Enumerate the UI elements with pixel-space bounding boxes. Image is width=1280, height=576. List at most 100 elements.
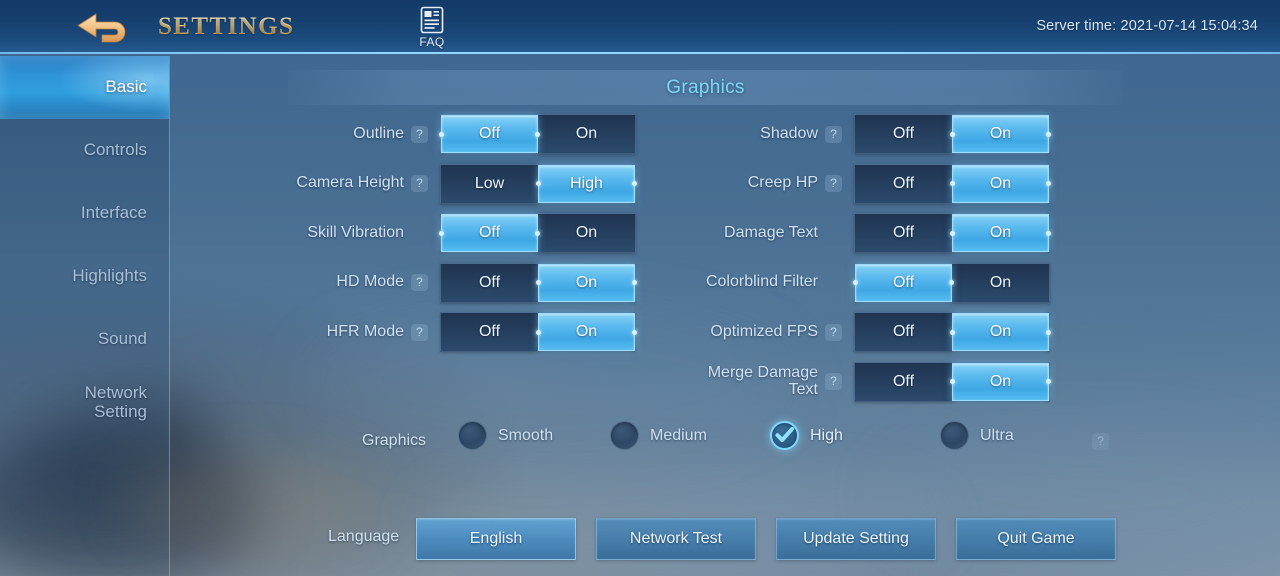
help-icon-outline[interactable]: ? <box>411 125 428 143</box>
option-row-camera-height: Camera Height? Low High <box>276 163 637 204</box>
toggle-option-on[interactable]: On <box>952 165 1049 203</box>
help-icon-hfr-mode[interactable]: ? <box>411 323 428 341</box>
radio-checked-icon[interactable] <box>770 421 799 450</box>
toggle-hd-mode[interactable]: Off On <box>440 262 637 303</box>
toggle-hfr-mode[interactable]: Off On <box>440 312 637 352</box>
toggle-option-off[interactable]: Off <box>855 165 952 203</box>
toggle-option-off[interactable]: Off <box>441 313 538 351</box>
toggle-option-off[interactable]: Off <box>441 115 538 153</box>
graphics-quality-options: Smooth Medium High Ultra <box>170 421 1280 461</box>
sidebar-item-interface[interactable]: Interface <box>0 182 169 245</box>
toggle-option-on[interactable]: On <box>952 115 1049 153</box>
toggle-creep-hp[interactable]: Off On <box>854 163 1051 204</box>
option-label: Optimized FPS <box>710 322 818 340</box>
toggle-option-on[interactable]: On <box>952 214 1049 252</box>
toggle-optimized-fps[interactable]: Off On <box>854 312 1051 352</box>
page-title: SETTINGS <box>158 13 295 40</box>
sidebar-item-label: Basic <box>105 77 147 97</box>
option-label: HFR Mode <box>326 322 404 340</box>
section-header: Graphics <box>288 70 1123 105</box>
sidebar-item-label: Network Setting <box>84 383 147 421</box>
quality-option-medium[interactable]: Medium <box>610 421 707 450</box>
faq-document-icon <box>420 6 444 34</box>
toggle-option-on[interactable]: On <box>538 264 635 302</box>
toggle-outline[interactable]: Off On <box>439 114 636 154</box>
toggle-option-low[interactable]: Low <box>441 165 538 203</box>
server-time: Server time: 2021-07-14 15:04:34 <box>1036 18 1258 34</box>
sidebar-item-controls[interactable]: Controls <box>0 119 169 182</box>
help-icon-creep-hp[interactable]: ? <box>825 175 842 192</box>
option-label: Creep HP <box>747 174 818 192</box>
sidebar-nav: Basic Controls Interface Highlights Soun… <box>0 56 170 576</box>
toggle-skill-vibration[interactable]: Off On <box>439 213 636 253</box>
toggle-shadow[interactable]: Off On <box>854 114 1051 154</box>
help-icon-camera-height[interactable]: ? <box>411 175 428 192</box>
sidebar-item-network-setting[interactable]: Network Setting <box>0 371 169 434</box>
option-row-hd-mode: HD Mode? Off On <box>276 262 637 303</box>
quit-game-button[interactable]: Quit Game <box>956 518 1116 560</box>
settings-screen: SETTINGS FAQ Server time: 2021-07-14 15:… <box>0 0 1280 576</box>
toggle-option-off[interactable]: Off <box>855 313 952 351</box>
option-row-shadow: Shadow? Off On <box>690 114 1051 154</box>
quality-option-ultra[interactable]: Ultra <box>940 421 1014 450</box>
update-setting-button[interactable]: Update Setting <box>776 518 936 560</box>
sidebar-item-basic[interactable]: Basic <box>0 56 169 119</box>
option-row-colorblind-filter: Colorblind Filter Off On <box>690 262 1050 303</box>
toggle-option-off[interactable]: Off <box>441 264 538 302</box>
toggle-option-off[interactable]: Off <box>441 214 538 252</box>
help-icon-hd-mode[interactable]: ? <box>411 274 428 291</box>
graphics-quality-help-icon[interactable]: ? <box>1092 432 1109 450</box>
faq-label: FAQ <box>419 35 445 49</box>
help-icon-spacer <box>825 225 842 242</box>
toggle-option-off[interactable]: Off <box>855 115 952 153</box>
toggle-option-off[interactable]: Off <box>855 363 952 401</box>
sidebar-item-label: Interface <box>80 203 147 223</box>
toggle-option-high[interactable]: High <box>538 165 635 203</box>
sidebar-item-highlights[interactable]: Highlights <box>0 245 169 308</box>
language-button[interactable]: English <box>416 518 576 560</box>
toggle-damage-text[interactable]: Off On <box>854 213 1051 253</box>
graphics-quality-row: Graphics Smooth Medium High Ultra ? <box>170 421 1280 461</box>
quality-option-label: Medium <box>650 426 707 444</box>
section-title: Graphics <box>666 76 745 98</box>
toggle-option-on[interactable]: On <box>952 313 1049 351</box>
option-label: Shadow <box>760 124 818 142</box>
toggle-option-on[interactable]: On <box>952 264 1049 302</box>
quality-option-smooth[interactable]: Smooth <box>458 421 553 450</box>
sidebar-item-label: Controls <box>83 140 147 160</box>
toggle-option-on[interactable]: On <box>952 363 1049 401</box>
help-icon-shadow[interactable]: ? <box>825 125 842 143</box>
option-row-optimized-fps: Optimized FPS? Off On <box>690 312 1051 352</box>
toggle-option-on[interactable]: On <box>538 214 635 252</box>
settings-content: Graphics Outline? Off On Camera Height? Low H… <box>170 56 1280 576</box>
radio-unchecked-icon[interactable] <box>458 421 487 450</box>
sidebar-item-label: Sound <box>97 329 147 349</box>
help-icon-optimized-fps[interactable]: ? <box>825 323 842 341</box>
toggle-camera-height[interactable]: Low High <box>440 163 637 204</box>
radio-unchecked-icon[interactable] <box>610 421 639 450</box>
toggle-colorblind-filter[interactable]: Off On <box>853 262 1050 303</box>
option-label: HD Mode <box>336 273 404 291</box>
toggle-option-on[interactable]: On <box>538 115 635 153</box>
option-label: Skill Vibration <box>307 223 404 241</box>
quality-option-label: High <box>810 426 843 444</box>
option-label: Camera Height <box>296 174 404 192</box>
quality-option-label: Ultra <box>980 426 1014 444</box>
option-row-damage-text: Damage Text Off On <box>690 213 1051 253</box>
option-label: Colorblind Filter <box>705 273 818 291</box>
back-arrow-icon[interactable] <box>74 9 136 47</box>
toggle-merge-damage-text[interactable]: Off On <box>854 361 1051 402</box>
toggle-option-off[interactable]: Off <box>855 264 952 302</box>
network-test-button[interactable]: Network Test <box>596 518 756 560</box>
toggle-option-on[interactable]: On <box>538 313 635 351</box>
toggle-option-off[interactable]: Off <box>855 214 952 252</box>
radio-unchecked-icon[interactable] <box>940 421 969 450</box>
quality-option-high[interactable]: High <box>770 421 843 450</box>
faq-button[interactable]: FAQ <box>412 6 452 51</box>
option-row-hfr-mode: HFR Mode? Off On <box>276 312 637 352</box>
sidebar-item-label: Highlights <box>72 266 147 286</box>
help-icon-spacer <box>411 225 428 242</box>
option-label: Damage Text <box>724 223 818 241</box>
sidebar-item-sound[interactable]: Sound <box>0 308 169 371</box>
help-icon-merge-damage-text[interactable]: ? <box>825 373 842 390</box>
